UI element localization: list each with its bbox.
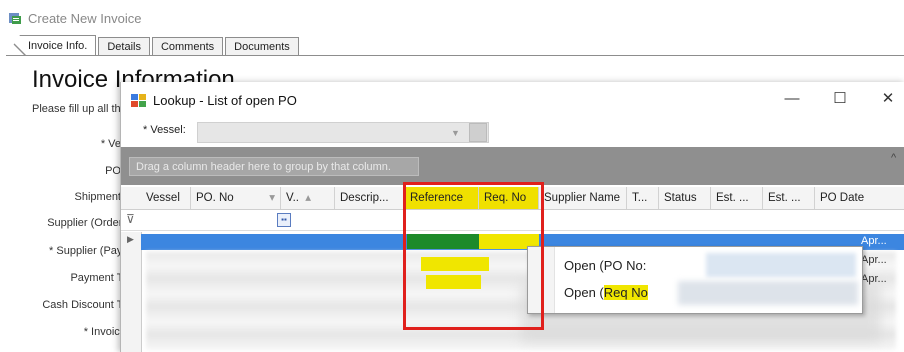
group-by-hint: Drag a column header here to group by th…: [129, 157, 419, 176]
window-title: Create New Invoice: [8, 8, 141, 28]
row-indicator-column: [121, 232, 142, 352]
minimize-button[interactable]: —: [777, 88, 807, 110]
tab-divider: [6, 55, 904, 56]
dialog-title-bar: Lookup - List of open PO: [131, 90, 297, 110]
current-row-icon: ▶: [127, 234, 134, 244]
tab-invoice-info[interactable]: Invoice Info.: [6, 35, 97, 56]
close-button[interactable]: ✕: [873, 88, 903, 110]
column-header-po-no-label: PO. No: [196, 192, 234, 204]
maximize-button[interactable]: ☐: [825, 88, 855, 110]
menu-item-open-po-label: Open (PO No:: [564, 258, 647, 273]
column-header-status[interactable]: Status: [659, 187, 711, 209]
field-label-cash-discount-terms: Cash Discount Ter: [42, 299, 132, 311]
column-header-v-label: V..: [286, 192, 300, 204]
invoice-app-icon: [9, 13, 21, 24]
tab-details[interactable]: Details: [98, 37, 150, 56]
column-header-supplier-name[interactable]: Supplier Name: [539, 187, 627, 209]
annotation-highlight-box: [403, 182, 544, 330]
menu-item-open-req-prefix: Open (: [564, 285, 604, 300]
redacted-req-number: [678, 281, 858, 305]
lookup-app-icon: [131, 94, 146, 107]
row-po-date: Apr...: [861, 235, 887, 247]
sort-asc-icon: ▴: [305, 192, 311, 204]
column-header-v[interactable]: V.. ▴: [281, 187, 335, 209]
filter-icon[interactable]: ⊽: [126, 212, 135, 226]
column-header-vessel[interactable]: Vessel: [141, 187, 191, 209]
menu-item-open-req-highlight: Req No: [603, 285, 648, 300]
row-po-date: Apr...: [861, 254, 887, 266]
tab-documents[interactable]: Documents: [225, 37, 299, 56]
column-header-est-2[interactable]: Est. ...: [763, 187, 815, 209]
column-header-po-date[interactable]: PO Date: [815, 187, 904, 209]
page-subtitle: Please fill up all th: [32, 103, 121, 115]
vessel-label: * Vessel:: [143, 124, 186, 136]
window-title-text: Create New Invoice: [28, 10, 142, 26]
column-header-po-no[interactable]: PO. No ▾: [191, 187, 281, 209]
tab-comments[interactable]: Comments: [151, 37, 224, 56]
tab-strip: Invoice Info. Details Comments Documents: [6, 35, 301, 56]
redacted-po-number: [706, 253, 856, 277]
filter-options-icon[interactable]: ▪▪: [277, 213, 291, 227]
vessel-browse-button[interactable]: [469, 123, 487, 142]
column-header-description[interactable]: Descrip...: [335, 187, 405, 209]
scroll-up-icon[interactable]: ^: [891, 152, 896, 164]
column-header-est-1[interactable]: Est. ...: [711, 187, 763, 209]
sort-desc-icon: ▾: [269, 192, 275, 204]
menu-item-open-req[interactable]: Open (Req No: [564, 285, 648, 300]
dialog-title: Lookup - List of open PO: [153, 92, 297, 108]
menu-item-open-po[interactable]: Open (PO No:: [564, 258, 646, 273]
lookup-dialog: Lookup - List of open PO — ☐ ✕ * Vessel:…: [120, 82, 904, 352]
row-po-date: Apr...: [861, 273, 887, 285]
vessel-dropdown[interactable]: [197, 122, 489, 143]
chevron-down-icon[interactable]: ▼: [451, 128, 460, 138]
column-header-t[interactable]: T...: [627, 187, 659, 209]
context-menu: Open (PO No: Open (Req No: [527, 246, 863, 314]
